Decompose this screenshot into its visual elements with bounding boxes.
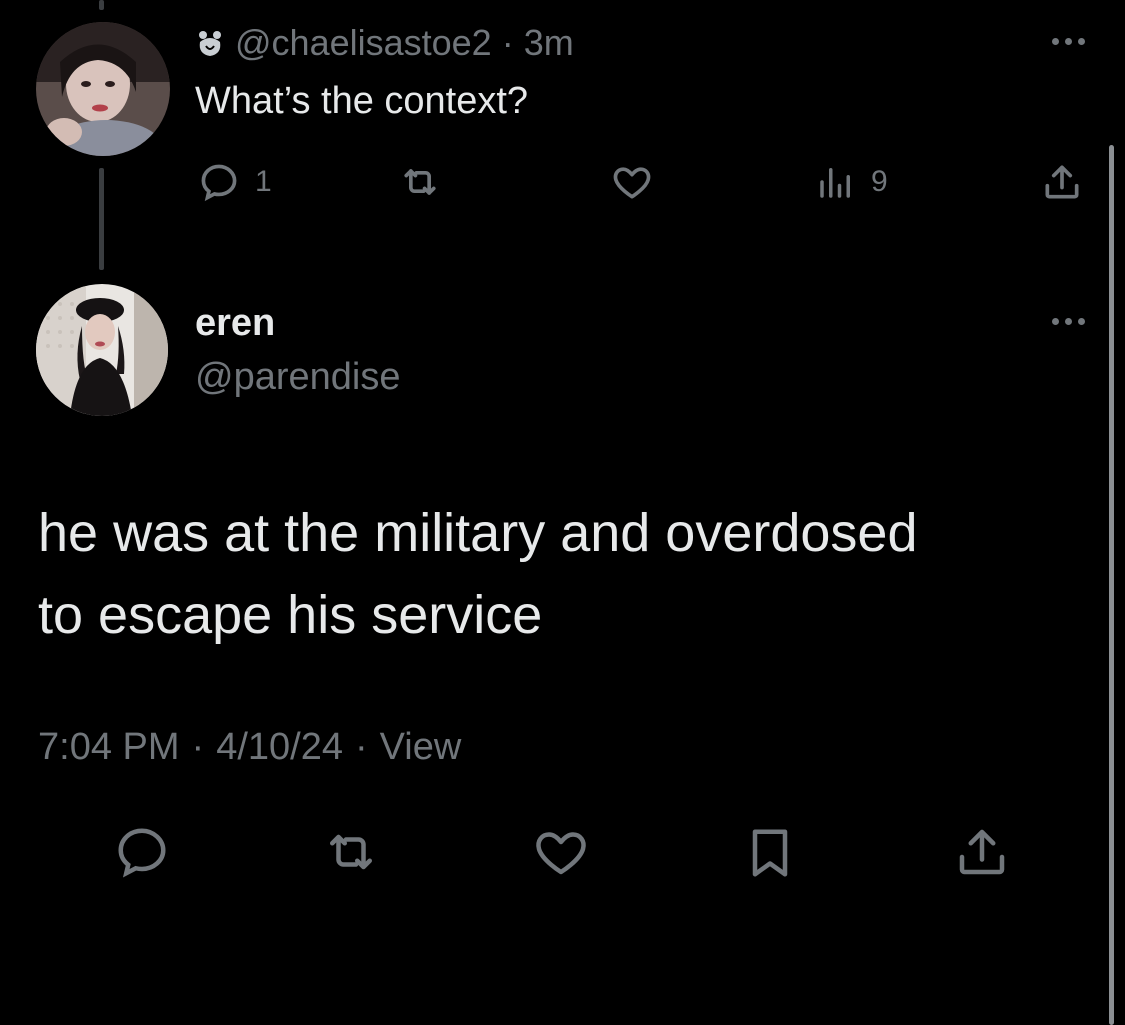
views-count: 9 <box>871 165 888 198</box>
tweet-text-line-1: he was at the military and overdosed <box>38 503 918 563</box>
heart-icon <box>609 160 655 204</box>
reply-handle[interactable]: @chaelisastoe2 <box>235 22 492 64</box>
tweet-time[interactable]: 7:04 PM <box>38 726 180 769</box>
tweet-text-line-2: to escape his service <box>38 585 543 645</box>
avatar-chaelisastoe2[interactable] <box>36 22 170 156</box>
bookmark-icon <box>740 822 800 884</box>
share-icon <box>952 822 1012 882</box>
retweet-icon <box>320 822 382 882</box>
author-handle[interactable]: @parendise <box>195 356 400 399</box>
meta-separator-2: · <box>354 726 368 768</box>
reply-action[interactable]: 1 <box>197 160 272 204</box>
tweet-text: he was at the military and overdosed to … <box>38 492 1098 656</box>
thread-line <box>99 168 104 270</box>
author-name[interactable]: eren <box>195 302 275 345</box>
views-icon <box>815 160 857 204</box>
bookmark-action[interactable] <box>740 822 800 884</box>
reply-separator: · <box>501 22 514 63</box>
avatar-parendise[interactable] <box>36 284 168 416</box>
retweet-action[interactable] <box>397 160 443 204</box>
like-action[interactable] <box>609 160 655 204</box>
more-icon-main[interactable] <box>1052 318 1085 325</box>
scrollbar[interactable] <box>1109 145 1114 1025</box>
more-icon[interactable] <box>1052 38 1085 45</box>
tweet-date[interactable]: 4/10/24 <box>216 726 343 769</box>
tweet-meta: 7:04 PM · 4/10/24 · View <box>38 726 461 769</box>
share-action-reply[interactable] <box>1040 160 1084 204</box>
reply-icon <box>112 822 172 882</box>
reply-time[interactable]: 3m <box>524 22 574 64</box>
reply-text: What’s the context? <box>195 80 529 122</box>
thread-line-top <box>99 0 104 10</box>
main-like-action[interactable] <box>530 822 592 882</box>
meta-separator-1: · <box>191 726 205 768</box>
heart-icon <box>530 822 592 882</box>
main-retweet-action[interactable] <box>320 822 382 882</box>
main-share-action[interactable] <box>952 822 1012 882</box>
views-action[interactable]: 9 <box>815 160 888 204</box>
share-icon <box>1040 160 1084 204</box>
reply-header: @chaelisastoe2 · 3m <box>195 22 574 64</box>
main-reply-action[interactable] <box>112 822 172 882</box>
bear-icon <box>195 28 225 58</box>
retweet-icon <box>397 160 443 204</box>
reply-count: 1 <box>255 165 272 198</box>
view-link[interactable]: View <box>380 726 462 769</box>
reply-icon <box>197 160 241 204</box>
